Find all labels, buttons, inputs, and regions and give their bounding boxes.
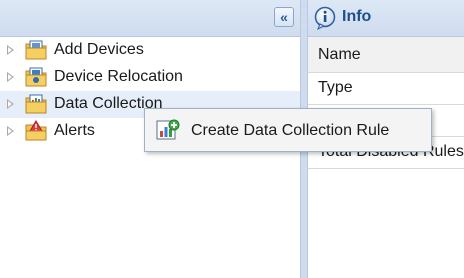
expand-arrow-icon[interactable] xyxy=(7,45,14,55)
property-row-name: Name xyxy=(308,37,464,73)
tree-node-device-relocation[interactable]: Device Relocation xyxy=(0,64,300,91)
folder-devices-icon xyxy=(25,40,47,60)
property-row-type: Type xyxy=(308,73,464,105)
menu-item-create-data-collection-rule[interactable]: Create Data Collection Rule xyxy=(147,111,429,149)
folder-relocation-icon xyxy=(25,67,47,87)
tree-node-label: Device Relocation xyxy=(54,68,183,85)
collapse-panel-button[interactable]: « xyxy=(274,7,294,27)
menu-item-label: Create Data Collection Rule xyxy=(191,122,390,139)
folder-alerts-icon xyxy=(25,120,47,141)
context-menu: Create Data Collection Rule xyxy=(144,108,432,152)
expand-arrow-icon[interactable] xyxy=(7,72,14,82)
tree-node-label: Add Devices xyxy=(54,41,144,58)
property-label: Type xyxy=(318,79,353,96)
property-label: Name xyxy=(318,46,361,63)
expand-arrow-icon[interactable] xyxy=(7,126,14,136)
tree-panel-header: « xyxy=(0,0,300,37)
double-chevron-left-icon: « xyxy=(280,9,288,25)
add-chart-icon xyxy=(156,119,180,140)
info-panel-title: Info xyxy=(342,8,372,25)
expand-arrow-icon[interactable] xyxy=(7,99,14,109)
tree-node-add-devices[interactable]: Add Devices xyxy=(0,37,300,64)
info-panel-header: Info xyxy=(308,0,464,37)
folder-data-collection-icon xyxy=(25,94,47,114)
tree-node-label: Alerts xyxy=(54,122,95,139)
info-icon xyxy=(314,6,336,30)
